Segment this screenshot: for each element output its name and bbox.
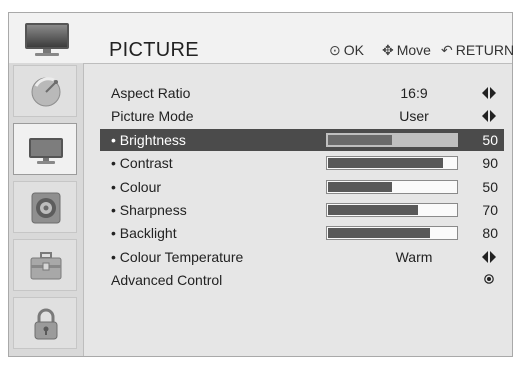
category-sidebar [9, 63, 84, 356]
move-hint-label: Move [396, 42, 431, 58]
menu-row[interactable]: • Backlight 80 [100, 222, 504, 244]
menu-row[interactable]: Aspect Ratio 16:9 [100, 82, 504, 104]
menu-row-label: • Backlight [111, 225, 177, 242]
return-hint: ↶ RETURN [441, 42, 514, 59]
picture-menu-window: PICTURE ⊙ OK ✥ Move ↶ RETURN Aspect Rati… [8, 12, 514, 357]
menu-row[interactable]: • Colour 50 [100, 176, 504, 198]
slider-value: 90 [482, 155, 498, 172]
menu-row[interactable]: • Sharpness 70 [100, 199, 504, 221]
left-right-arrows-icon[interactable] [482, 250, 496, 263]
menu-row[interactable]: Picture Mode User [100, 105, 504, 127]
menu-row[interactable]: • Brightness 50 [100, 128, 504, 151]
menu-row-label: • Brightness [111, 131, 186, 148]
tv-monitor-icon [29, 138, 63, 164]
move-arrows-icon: ✥ [382, 42, 394, 58]
slider-track[interactable] [326, 179, 458, 194]
sidebar-item-sound[interactable] [13, 181, 77, 233]
ok-hint-label: OK [343, 42, 364, 58]
slider-fill [328, 228, 430, 239]
menu-row-label: • Colour Temperature [111, 248, 244, 265]
menu-row[interactable]: Advanced Control [100, 269, 504, 291]
tv-monitor-icon [25, 23, 69, 56]
slider-fill [328, 158, 443, 169]
sidebar-item-lock[interactable] [13, 297, 77, 349]
sidebar-item-picture[interactable] [13, 123, 77, 175]
left-right-arrows-icon[interactable] [482, 87, 496, 99]
slider-track[interactable] [326, 226, 458, 241]
slider-value: 80 [482, 225, 498, 242]
menu-row-label: Advanced Control [111, 272, 223, 289]
slider-track[interactable] [326, 132, 458, 147]
option-value: 16:9 [400, 85, 428, 101]
menu-row-label: • Contrast [111, 155, 173, 172]
menu-header: PICTURE ⊙ OK ✥ Move ↶ RETURN [9, 13, 514, 64]
slider-value: 70 [482, 202, 498, 218]
ok-icon: ⊙ [329, 42, 341, 58]
lock-icon [34, 308, 58, 340]
satellite-dish-icon [31, 77, 61, 107]
return-hint-label: RETURN [455, 42, 515, 58]
left-right-arrows-icon[interactable] [482, 110, 496, 123]
menu-row[interactable]: • Colour Temperature Warm [100, 246, 504, 268]
move-hint: ✥ Move [382, 42, 431, 59]
sidebar-item-setup[interactable] [13, 239, 77, 291]
menu-row-label: • Colour [111, 178, 162, 195]
slider-track[interactable] [326, 203, 458, 217]
ok-hint: ⊙ OK [329, 42, 364, 59]
slider-fill [328, 134, 392, 145]
speaker-icon [31, 192, 61, 224]
option-value: Warm [395, 248, 433, 265]
toolbox-icon [30, 252, 62, 280]
sidebar-item-channel[interactable] [13, 65, 77, 117]
enter-icon[interactable] [484, 274, 494, 284]
slider-value: 50 [482, 131, 498, 148]
menu-row-label: Aspect Ratio [111, 85, 191, 101]
slider-fill [328, 181, 392, 192]
menu-row-label: • Sharpness [111, 202, 187, 218]
slider-track[interactable] [326, 156, 458, 171]
option-value: User [399, 108, 429, 125]
return-icon: ↶ [441, 42, 453, 58]
slider-value: 50 [482, 178, 498, 195]
menu-row-label: Picture Mode [111, 108, 194, 125]
menu-row[interactable]: • Contrast 90 [100, 152, 504, 174]
slider-fill [328, 205, 418, 215]
page-title: PICTURE [109, 39, 199, 61]
